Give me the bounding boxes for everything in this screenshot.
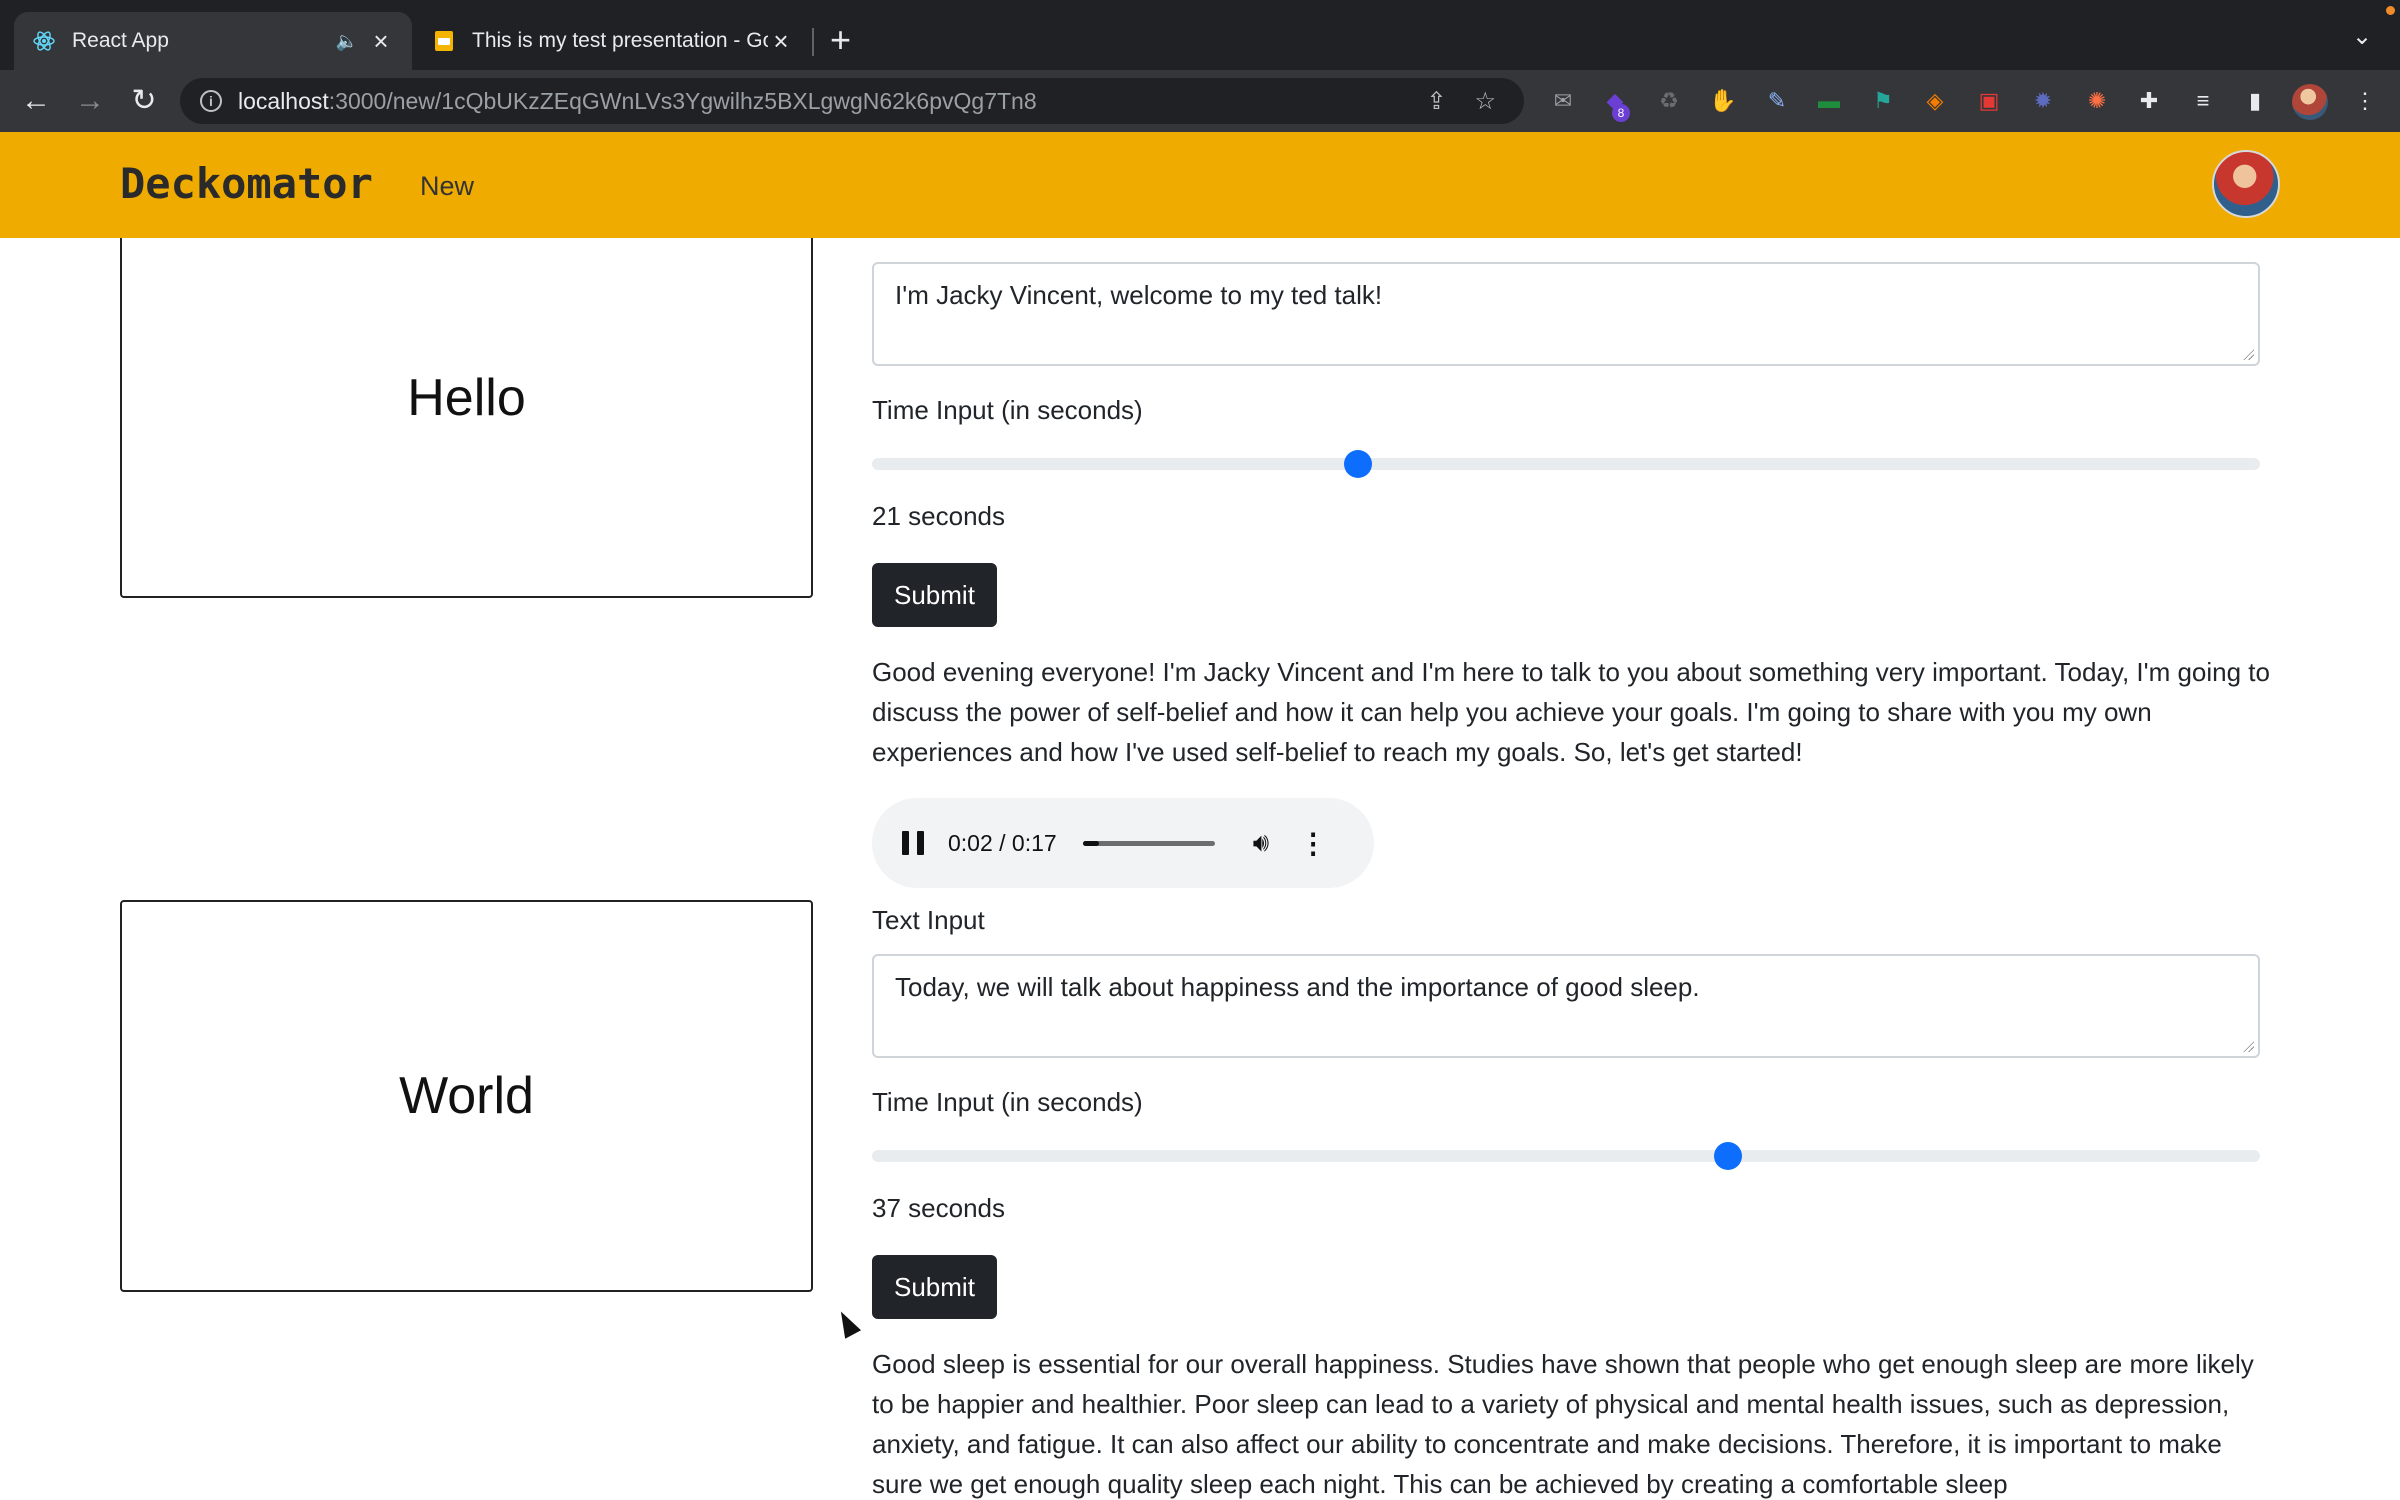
media-queue-icon[interactable]: ≡ [2188,86,2218,116]
side-panel-icon[interactable]: ▮ [2240,86,2270,116]
time-input-label-1: Time Input (in seconds) [872,395,1143,425]
time-slider-1[interactable] [872,450,2260,478]
submit-button-2[interactable]: Submit [872,1255,997,1319]
slide-text: Hello [407,369,526,427]
green-extension-icon[interactable]: ▬ [1814,86,1844,116]
bookmark-star-icon[interactable]: ☆ [1474,87,1496,116]
extension-badge: 8 [1612,104,1630,122]
more-options-icon[interactable]: ⋮ [1299,827,1327,860]
text-input-2[interactable]: Today, we will talk about happiness and … [872,954,2260,1058]
google-slides-icon [432,29,456,53]
audio-time: 0:02 / 0:17 [948,829,1057,856]
back-arrow-icon[interactable]: ← [16,82,56,120]
nav-new-link[interactable]: New [420,170,474,202]
text-input-value: Today, we will talk about happiness and … [895,972,1700,1002]
submit-button-1[interactable]: Submit [872,563,997,627]
stop-hand-extension-icon[interactable]: ✋ [1708,86,1738,116]
react-logo-icon [32,29,56,53]
audio-progress-bar[interactable] [1082,840,1215,846]
slider-thumb[interactable] [1343,450,1372,478]
reload-icon[interactable]: ↻ [124,82,164,120]
app-navbar: Deckomator New [0,132,2400,238]
site-info-icon[interactable]: i [200,90,222,112]
generated-text-2: Good sleep is essential for our overall … [872,1349,2254,1499]
mouse-cursor-icon [832,1307,862,1339]
speaker-icon[interactable]: 🔈 [336,31,358,52]
resize-handle-icon[interactable] [2242,348,2254,360]
resize-handle-icon[interactable] [2242,1040,2254,1052]
user-avatar[interactable] [2212,150,2280,218]
text-input-value: I'm Jacky Vincent, welcome to my ted tal… [895,280,1383,310]
tab-title: This is my test presentation - Google Sl… [472,29,768,52]
kebab-menu-icon[interactable]: ⋮ [2350,86,2380,116]
tab-title: React App [72,29,169,52]
red-gift-extension-icon[interactable]: ▣ [1974,86,2004,116]
extensions-puzzle-icon[interactable]: ✚ [2134,86,2164,116]
tab-react-app[interactable]: React App 🔈 × [14,12,412,70]
fox-extension-icon[interactable]: ◈ [1920,86,1950,116]
text-input-1[interactable]: I'm Jacky Vincent, welcome to my ted tal… [872,262,2260,366]
time-input-label-2: Time Input (in seconds) [872,1087,1143,1117]
seconds-readout-1: 21 seconds [872,501,1005,531]
page-content: Hello I'm Jacky Vincent, welcome to my t… [0,238,2400,1500]
teal-flag-extension-icon[interactable]: ⚑ [1868,86,1898,116]
slide-text: World [399,1067,534,1125]
browser-tab-strip: React App 🔈 × This is my test presentati… [0,0,2400,70]
pen-extension-icon[interactable]: ✎ [1762,86,1792,116]
share-icon[interactable]: ⇪ [1426,87,1446,116]
generated-text-1: Good evening everyone! I'm Jacky Vincent… [872,657,2270,767]
tab-google-slides[interactable]: This is my test presentation - Google Sl… [414,12,812,70]
forward-arrow-icon[interactable]: → [70,82,110,120]
pause-icon[interactable] [902,831,924,855]
gear-extension-icon[interactable]: ✹ [2028,86,2058,116]
seconds-readout-2: 37 seconds [872,1193,1005,1223]
time-slider-2[interactable] [872,1142,2260,1170]
slide-preview-2: World [120,900,813,1292]
recycle-extension-icon[interactable]: ♻ [1654,86,1684,116]
audio-player: 0:02 / 0:17 🔊︎ ⋮ [872,798,1374,888]
text-input-label-2: Text Input [872,905,985,935]
url-text[interactable]: localhost:3000/new/1cQbUKzZEqGWnLVs3Ygwi… [238,88,1426,115]
volume-icon[interactable]: 🔊︎ [1253,827,1269,859]
mail-extension-icon[interactable]: ✉ [1548,86,1578,116]
slide-preview-1: Hello [120,238,813,598]
close-tab-icon[interactable]: × [768,26,794,57]
new-tab-button[interactable]: + [830,20,851,60]
recording-indicator-icon [2386,6,2395,15]
slider-thumb[interactable] [1713,1142,1742,1170]
tab-divider [812,28,814,56]
address-bar[interactable]: i localhost:3000/new/1cQbUKzZEqGWnLVs3Yg… [180,78,1524,124]
brand-logo[interactable]: Deckomator [120,156,373,212]
close-tab-icon[interactable]: × [368,26,394,57]
browser-profile-avatar[interactable] [2292,84,2328,120]
tab-search-chevron-icon[interactable]: ⌄ [2352,22,2372,51]
flame-extension-icon[interactable]: ✺ [2082,86,2112,116]
